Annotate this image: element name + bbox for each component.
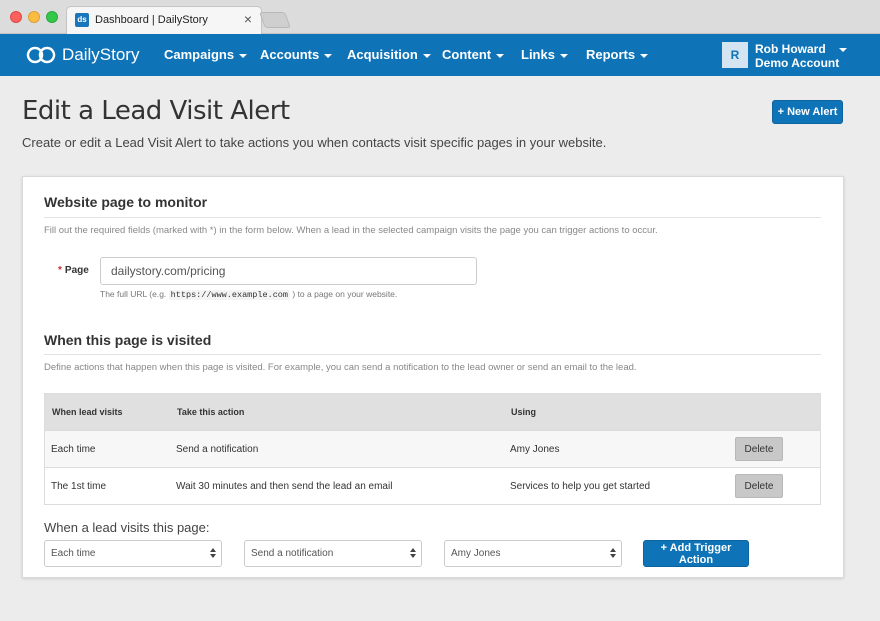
user-name: Rob Howard (755, 42, 826, 56)
caret-down-icon (559, 53, 568, 58)
page-field-label: * Page (58, 265, 89, 276)
brand-name: DailyStory (62, 45, 140, 64)
hint-example: https://www.example.com (168, 290, 290, 300)
nav-acquisition[interactable]: Acquisition (347, 47, 431, 62)
select-arrows-icon (410, 548, 416, 559)
cell-when: Each time (51, 444, 96, 455)
nav-accounts[interactable]: Accounts (260, 47, 333, 62)
select-value: Send a notification (251, 548, 334, 559)
page-title: Edit a Lead Visit Alert (22, 96, 290, 126)
alert-form-card: Website page to monitor Fill out the req… (22, 176, 844, 578)
cell-using: Services to help you get started (510, 481, 651, 492)
nav-label: Accounts (260, 47, 320, 62)
tab-title: Dashboard | DailyStory (95, 14, 208, 26)
cell-action: Send a notification (176, 444, 259, 455)
column-header-when: When lead visits (52, 407, 123, 417)
page-subtitle: Create or edit a Lead Visit Alert to tak… (22, 135, 607, 150)
column-header-using: Using (511, 407, 537, 417)
delete-button[interactable]: Delete (735, 437, 783, 461)
nav-label: Content (442, 47, 492, 62)
new-tab-button[interactable] (259, 12, 291, 28)
section-title-monitor: Website page to monitor (44, 194, 208, 210)
action-select[interactable]: Send a notification (244, 540, 422, 567)
required-marker: * (58, 265, 62, 276)
nav-campaigns[interactable]: Campaigns (164, 47, 248, 62)
top-navbar: DailyStory Campaigns Accounts Acquisitio… (0, 34, 880, 76)
cell-action: Wait 30 minutes and then send the lead a… (176, 481, 393, 492)
select-arrows-icon (610, 548, 616, 559)
column-header-action: Take this action (177, 407, 245, 417)
page-url-input[interactable] (100, 257, 477, 285)
nav-label: Links (521, 47, 555, 62)
nav-label: Acquisition (347, 47, 418, 62)
select-arrows-icon (210, 548, 216, 559)
close-icon[interactable]: × (244, 12, 252, 26)
label-text: Page (64, 265, 89, 276)
cell-using: Amy Jones (510, 444, 560, 455)
select-value: Each time (51, 548, 96, 559)
nav-reports[interactable]: Reports (586, 47, 649, 62)
caret-down-icon (496, 53, 505, 58)
hint-prefix: The full URL (e.g. (100, 289, 167, 299)
brand-logo[interactable]: DailyStory (26, 44, 139, 66)
divider (44, 217, 821, 218)
cell-when: The 1st time (51, 481, 107, 492)
caret-down-icon (324, 53, 333, 58)
window-close-button[interactable] (10, 11, 22, 23)
trigger-label: When a lead visits this page: (44, 520, 210, 535)
user-account: Demo Account (755, 56, 840, 70)
browser-chrome: ds Dashboard | DailyStory × (0, 0, 880, 34)
user-menu[interactable]: Rob Howard Demo Account (755, 42, 839, 70)
page-url-hint: The full URL (e.g. https://www.example.c… (100, 289, 397, 300)
nav-label: Reports (586, 47, 636, 62)
nav-label: Campaigns (164, 47, 235, 62)
logo-infinity-icon (26, 46, 56, 64)
nav-links[interactable]: Links (521, 47, 568, 62)
caret-down-icon (239, 53, 248, 58)
divider (44, 354, 821, 355)
monitor-help-text: Fill out the required fields (marked wit… (44, 225, 658, 236)
table-row: Each time Send a notification Amy Jones … (45, 430, 820, 467)
trigger-actions-table: When lead visits Take this action Using … (44, 393, 821, 505)
section-title-visited: When this page is visited (44, 332, 212, 348)
table-row: The 1st time Wait 30 minutes and then se… (45, 467, 820, 504)
using-select[interactable]: Amy Jones (444, 540, 622, 567)
window-zoom-button[interactable] (46, 11, 58, 23)
window-minimize-button[interactable] (28, 11, 40, 23)
nav-content[interactable]: Content (442, 47, 505, 62)
browser-tab[interactable]: ds Dashboard | DailyStory × (66, 6, 262, 34)
delete-button[interactable]: Delete (735, 474, 783, 498)
caret-down-icon (422, 53, 431, 58)
table-header: When lead visits Take this action Using (45, 394, 820, 430)
visited-help-text: Define actions that happen when this pag… (44, 362, 637, 373)
avatar[interactable]: R (722, 42, 748, 68)
hint-suffix: ) to a page on your website. (292, 289, 398, 299)
caret-down-icon[interactable] (839, 48, 847, 52)
caret-down-icon (640, 53, 649, 58)
favicon-icon: ds (75, 13, 89, 27)
select-value: Amy Jones (451, 548, 501, 559)
add-trigger-action-button[interactable]: + Add Trigger Action (643, 540, 749, 567)
new-alert-button[interactable]: + New Alert (772, 100, 843, 124)
when-select[interactable]: Each time (44, 540, 222, 567)
